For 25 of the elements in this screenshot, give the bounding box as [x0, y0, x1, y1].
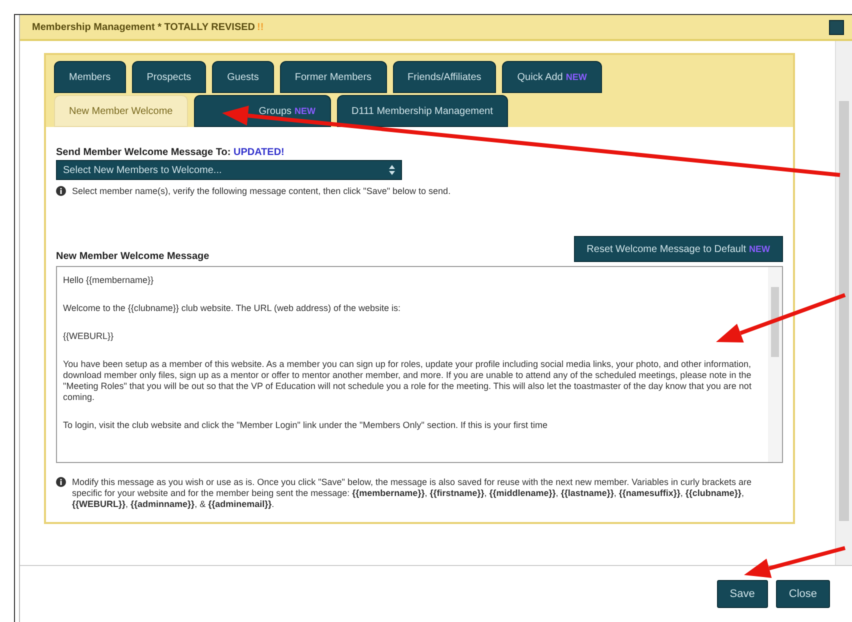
tab[interactable]: Former Members — [280, 61, 387, 93]
tab[interactable]: Guests — [212, 61, 274, 93]
window-title: Membership Management * TOTALLY REVISED — [32, 22, 256, 32]
tab[interactable]: D111 Membership Management — [336, 95, 508, 127]
note-text: Modify this message as you wish or use as is. Once you click "Save" below, the message is also saved for reuse with the next new member. Variables in curly brackets are specific for your website and for the member being sent the message: {{membername}}, {{firstname}}, {{middlename}}, {{lastname}}, {{namesuffix}}, {{clubname}}, {{WEBURL}}, {{adminname}}, & {{adminemail}}. — [72, 477, 753, 510]
dropdown-icon — [389, 165, 395, 175]
member-select[interactable]: Select New Members to Welcome... — [56, 160, 402, 180]
dialog-button[interactable]: Close — [776, 580, 830, 608]
message-heading: New Member Welcome Message — [56, 251, 210, 262]
message-field[interactable]: Hello {{membername}} Welcome to the {{clubname}} club website. The URL (web address) of the website is: {{WEBURL}} You have been setup as a member of this website. As a member you can sign up for roles, update your profile including social media links, your photo, and other information, download member only files, sign up as a mentor or offer to mentor another member, and more. If you are unable to attend any of the scheduled meetings, please note in the "Meeting Roles" that you will be out so that the VP of Education will not schedule you a role for the meeting. This will also let the toastmaster of the day know that you are not coming. To login, visit the club website and click the "Member Login" link under the "Members Only" section. If this is your first time — [56, 266, 783, 463]
hint-text: Select member name(s), verify the following message content, then click "Save" below to send. — [72, 186, 451, 196]
reset-button[interactable]: Reset Welcome Message to Default NEW — [574, 236, 783, 262]
tab[interactable]: Friends/Affiliates — [392, 61, 496, 93]
dialog-button[interactable]: Save — [716, 580, 768, 608]
info-icon — [56, 186, 66, 196]
close-button[interactable] — [829, 20, 844, 34]
tab[interactable]: Quick Add NEW — [502, 61, 602, 93]
info-icon — [56, 477, 66, 487]
tab[interactable]: Prospects — [132, 61, 206, 93]
scrollbar-thumb[interactable] — [839, 101, 849, 521]
title-mark: !! — [257, 22, 264, 32]
scrollbar-thumb[interactable] — [771, 287, 779, 357]
tab[interactable]: New Member Welcome — [54, 95, 188, 127]
tab[interactable]: Members — [54, 61, 126, 93]
send-label: Send Member Welcome Message To: UPDATED! — [56, 147, 286, 158]
